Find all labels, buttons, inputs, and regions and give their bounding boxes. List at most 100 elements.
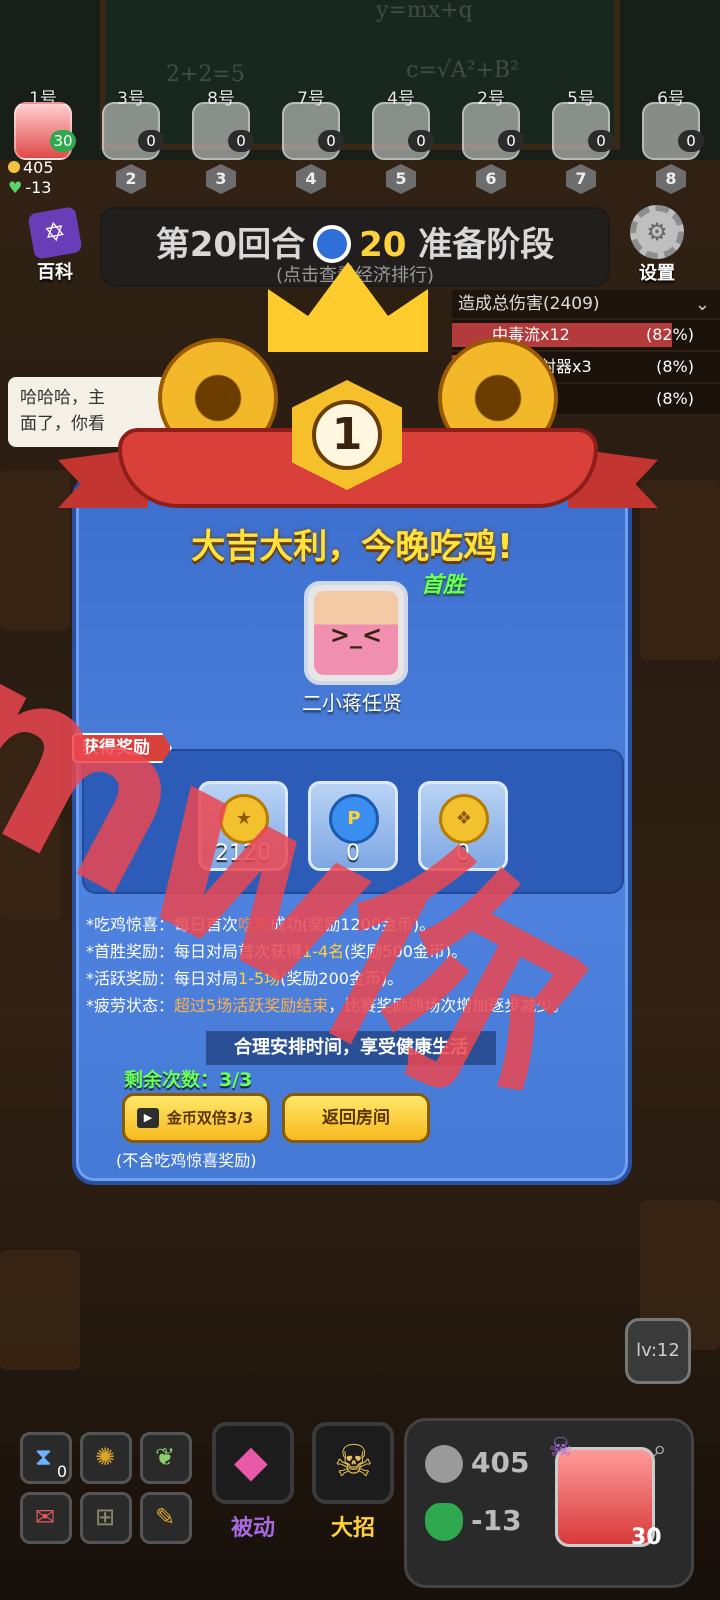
damage-percent: (8%) xyxy=(656,389,694,408)
reward-tab: 获得奖励 xyxy=(72,733,172,763)
player-slot-4[interactable]: 4号 0 5 xyxy=(368,84,434,194)
encyclopedia-button[interactable]: ✡ 百科 xyxy=(20,206,90,284)
damage-percent: (82%) xyxy=(645,325,694,344)
player-hearts: 0 xyxy=(588,130,614,152)
avatar-expression: >_< xyxy=(329,621,383,649)
coin-icon xyxy=(425,1445,463,1483)
hourglass-slot[interactable]: ⧗ 0 xyxy=(20,1432,72,1484)
rule-line: *首胜奖励：每日对局首次获得1-4名(奖励500金币)。 xyxy=(86,942,468,961)
self-coins: 405 xyxy=(23,158,54,177)
double-note: (不含吃鸡惊喜奖励) xyxy=(116,1151,257,1170)
player-slot-3[interactable]: 3号 0 2 xyxy=(98,84,164,194)
leaf-icon: ❦ xyxy=(155,1443,176,1471)
reward-item-coins: ★ 2120 xyxy=(198,781,288,871)
encyclopedia-label: 百科 xyxy=(37,262,73,283)
player-rank-badge: 8 xyxy=(656,164,686,194)
rank-number: 1 xyxy=(312,400,382,470)
item-slot[interactable]: ✺ xyxy=(80,1432,132,1484)
gem-icon: ◆ xyxy=(234,1436,268,1487)
player-hearts: 0 xyxy=(678,130,704,152)
victory-dialog: 大吉大利，今晚吃鸡! 首胜 >_< 二小蒋任贤 ★ 2120 P 0 ❖ 0 获… xyxy=(72,475,632,1185)
coins-value: 405 xyxy=(471,1446,530,1479)
player-rank-badge: 5 xyxy=(386,164,416,194)
ultimate-skill-button[interactable]: ☠ xyxy=(312,1422,394,1504)
reward-area: ★ 2120 P 0 ❖ 0 xyxy=(82,749,624,894)
player-rank-badge: 7 xyxy=(566,164,596,194)
hourglass-icon: ⧗ xyxy=(35,1443,52,1471)
note-icon: ✎ xyxy=(155,1503,176,1531)
skull-icon: ☠ xyxy=(549,1433,573,1463)
ultimate-label: 大招 xyxy=(330,1516,375,1541)
stopwatch-icon xyxy=(313,224,352,263)
gear-icon: ⚙ xyxy=(630,205,684,259)
rule-line: *疲劳状态：超过5场活跃奖励结束，比赛奖励随场次增加逐步减少。 xyxy=(86,996,569,1015)
settings-button[interactable]: ⚙ 设置 xyxy=(622,205,692,285)
reward-value: 0 xyxy=(456,841,470,866)
settings-label: 设置 xyxy=(639,263,675,284)
winner-avatar: >_< xyxy=(304,581,408,685)
player-hearts: 0 xyxy=(228,130,254,152)
player-hearts: 30 xyxy=(50,130,76,152)
self-panel[interactable]: 405 -13 ☠ ⌕ 30 xyxy=(404,1418,694,1588)
chevron-down-icon[interactable]: ⌄ xyxy=(695,294,710,315)
player-slot-6[interactable]: 6号 0 8 xyxy=(638,84,704,194)
item-slot[interactable]: ❦ xyxy=(140,1432,192,1484)
remaining-count: 剩余次数：3/3 xyxy=(124,1069,253,1091)
bottom-bar: ⧗ 0 ✺ ❦ ✉ ⊞ ✎ ◆ 被动 ☠ 大招 405 -13 ☠ ⌕ 30 xyxy=(0,1410,720,1600)
heart-icon xyxy=(425,1503,463,1541)
player-hearts: 0 xyxy=(318,130,344,152)
medal-icon: ❖ xyxy=(439,794,489,844)
self-stats: 405 ♥ -13 xyxy=(8,158,54,198)
coin-icon xyxy=(8,161,20,173)
passive-skill-button[interactable]: ◆ xyxy=(212,1422,294,1504)
passive-label: 被动 xyxy=(230,1516,275,1541)
coin-icon: ★ xyxy=(219,794,269,844)
search-icon[interactable]: ⌕ xyxy=(653,1435,666,1463)
coins-row: 405 xyxy=(425,1445,529,1483)
player-row: 1号 30 3号 0 2 8号 0 3 7号 0 4 4号 0 5 2号 0 6… xyxy=(0,84,720,204)
item-slot[interactable]: ⊞ xyxy=(80,1492,132,1544)
item-slot[interactable]: ✎ xyxy=(140,1492,192,1544)
damage-title: 造成总伤害(2409) xyxy=(452,290,720,318)
winner-name: 二小蒋任贤 xyxy=(302,691,402,715)
return-room-button[interactable]: 返回房间 xyxy=(282,1093,430,1143)
rule-line: *吃鸡惊喜：每日首次吃鸡成功(奖励1200金币)。 xyxy=(86,915,436,934)
health-tip: 合理安排时间，享受健康生活 xyxy=(206,1031,496,1065)
player-rank-badge: 4 xyxy=(296,164,326,194)
player-slot-2[interactable]: 2号 0 6 xyxy=(458,84,524,194)
book-icon: ✡ xyxy=(27,206,83,260)
rules-list: *吃鸡惊喜：每日首次吃鸡成功(奖励1200金币)。 *首胜奖励：每日对局首次获得… xyxy=(86,911,626,1019)
phase-label: 准备阶段 xyxy=(418,225,555,265)
player-hearts: 0 xyxy=(498,130,524,152)
hp-row: -13 xyxy=(425,1503,522,1541)
player-rank-badge: 2 xyxy=(116,164,146,194)
timer-value: 20 xyxy=(359,225,407,265)
rule-line: *活跃奖励：每日对局1-5场(奖励200金币)。 xyxy=(86,969,404,988)
level-badge: lv:12 xyxy=(625,1318,691,1384)
double-coins-button[interactable]: ▶ 金币双倍3/3 xyxy=(122,1093,270,1143)
round-label: 第20回合 xyxy=(155,225,306,265)
damage-percent: (8%) xyxy=(656,357,694,376)
player-slot-8[interactable]: 8号 0 3 xyxy=(188,84,254,194)
player-rank-badge: 6 xyxy=(476,164,506,194)
player-slot-7[interactable]: 7号 0 4 xyxy=(278,84,344,194)
player-hearts: 0 xyxy=(138,130,164,152)
return-room-label: 返回房间 xyxy=(322,1108,390,1128)
self-hp-delta: -13 xyxy=(25,178,52,197)
card-icon: ✉ xyxy=(35,1503,56,1531)
heart-icon: ♥ xyxy=(8,178,23,197)
video-icon: ▶ xyxy=(137,1108,159,1128)
double-coins-label: 金币双倍3/3 xyxy=(166,1109,254,1127)
player-rank-badge: 3 xyxy=(206,164,236,194)
reward-item-p-token: P 0 xyxy=(308,781,398,871)
reward-value: 2120 xyxy=(215,841,271,866)
map-icon: ⊞ xyxy=(95,1503,116,1531)
item-slot[interactable]: ✉ xyxy=(20,1492,72,1544)
player-slot-5[interactable]: 5号 0 7 xyxy=(548,84,614,194)
reward-value: 0 xyxy=(346,841,360,866)
self-hearts: 30 xyxy=(631,1525,662,1550)
player-hearts: 0 xyxy=(408,130,434,152)
reward-item-medal: ❖ 0 xyxy=(418,781,508,871)
p-token-icon: P xyxy=(329,794,379,844)
crab-icon: ✺ xyxy=(95,1443,116,1471)
